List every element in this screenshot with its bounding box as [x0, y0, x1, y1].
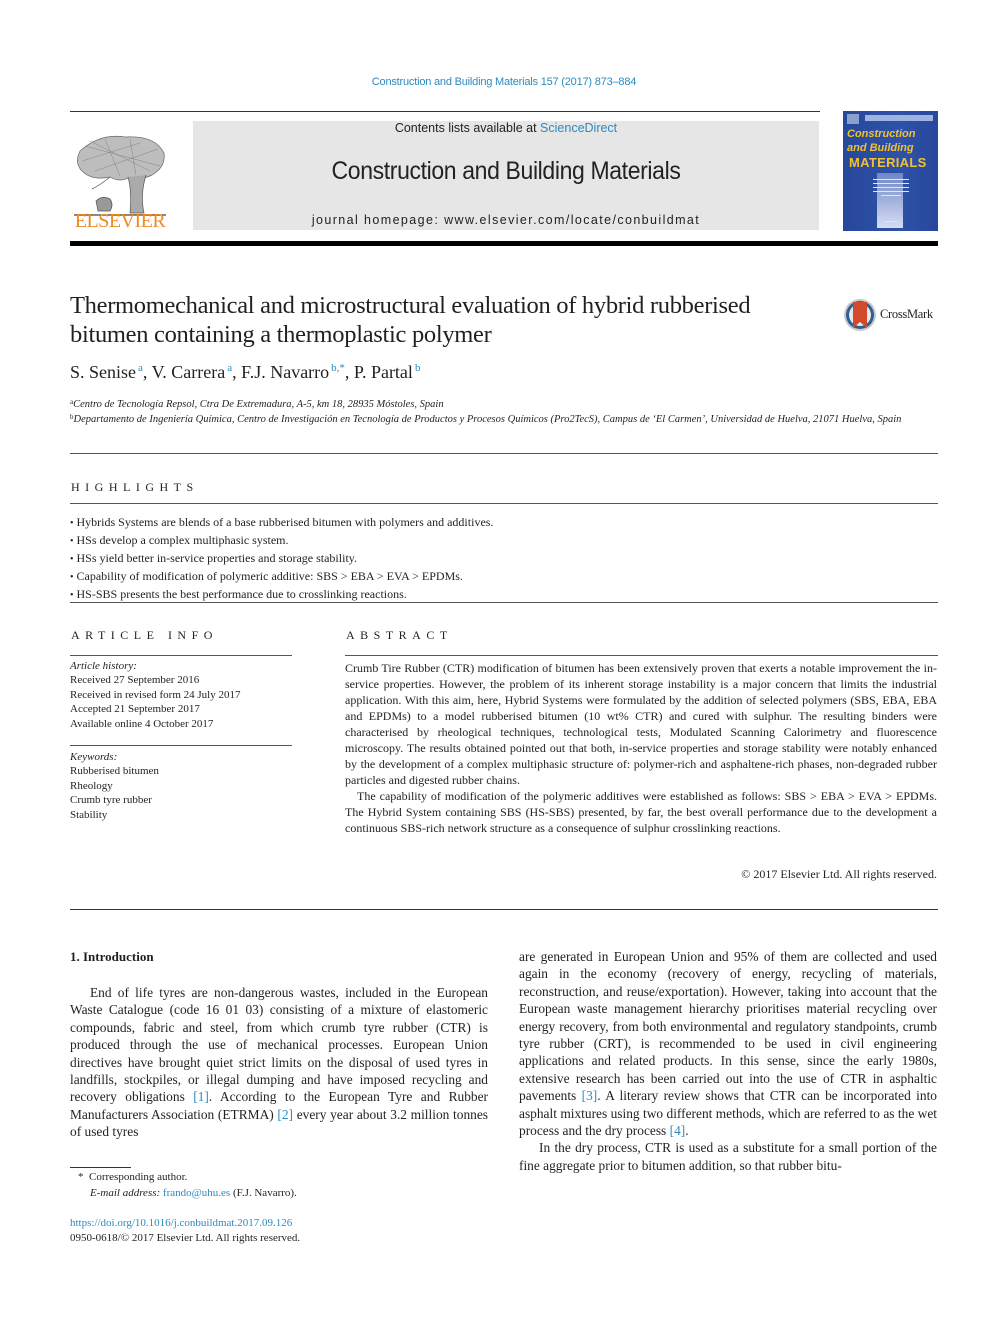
cover-subtitle-line	[873, 179, 909, 180]
journal-masthead: Contents lists available at ScienceDirec…	[193, 121, 819, 230]
highlights-list: Hybrids Systems are blends of a base rub…	[70, 514, 494, 604]
keyword: Crumb tyre rubber	[70, 794, 152, 807]
doi-block: https://doi.org/10.1016/j.conbuildmat.20…	[70, 1216, 300, 1246]
header-thick-rule	[70, 241, 938, 246]
cover-title: Construction and Building	[847, 127, 937, 155]
affiliation-text: Departamento de Ingeniería Química, Cent…	[73, 414, 902, 425]
history-revised: Received in revised form 24 July 2017	[70, 688, 241, 701]
cover-top-bar	[865, 115, 933, 121]
cover-stripe	[877, 173, 903, 228]
cover-subtitle-line	[873, 183, 909, 184]
cover-title-line3: MATERIALS	[849, 155, 927, 170]
intro-paragraph: End of life tyres are non-dangerous wast…	[70, 984, 488, 1141]
keyword: Rubberised bitumen	[70, 765, 159, 778]
cover-subtitle-line	[873, 187, 909, 188]
abstract-paragraph: Crumb Tire Rubber (CTR) modification of …	[345, 661, 937, 787]
cover-elsevier-emblem-icon	[847, 114, 859, 124]
section-rule	[70, 453, 938, 454]
history-received: Received 27 September 2016	[70, 674, 200, 687]
footnote-marker: *	[78, 1171, 84, 1183]
article-history-label: Article history:	[70, 660, 137, 672]
keyword: Stability	[70, 808, 108, 821]
author-affiliation-link[interactable]: b	[415, 362, 421, 374]
cover-publisher-line	[884, 221, 898, 222]
reference-link[interactable]: [1]	[193, 1089, 209, 1104]
author-list: S. Senise a, V. Carrera a, F.J. Navarro b,*…	[70, 362, 421, 382]
contents-line: Contents lists available at ScienceDirec…	[193, 121, 819, 135]
doi-link[interactable]: https://doi.org/10.1016/j.conbuildmat.20…	[70, 1216, 300, 1231]
author-name[interactable]: S. Senise	[70, 362, 136, 382]
reference-link[interactable]: [4]	[670, 1123, 686, 1138]
contents-prefix: Contents lists available at	[394, 121, 541, 135]
abstract-bottom-rule	[70, 909, 938, 910]
corresponding-author-label: Corresponding author.	[89, 1171, 188, 1183]
text-run: End of life tyres are non-dangerous wast…	[70, 985, 488, 1105]
abstract-copyright: © 2017 Elsevier Ltd. All rights reserved…	[741, 867, 937, 881]
cover-subtitle-line	[881, 195, 901, 196]
cover-title-line2: and Building	[847, 142, 914, 154]
author-name[interactable]: V. Carrera	[152, 362, 226, 382]
article-title: Thermomechanical and microstructural eva…	[70, 292, 751, 348]
intro-paragraph: In the dry process, CTR is used as a sub…	[519, 1140, 937, 1173]
elsevier-wordmark[interactable]: ELSEVIER	[70, 210, 170, 233]
article-history: Article history: Received 27 September 2…	[70, 659, 292, 731]
author-affiliation-link[interactable]: a	[227, 362, 232, 374]
author-name[interactable]: P. Partal	[354, 362, 413, 382]
highlight-item: Hybrids Systems are blends of a base rub…	[70, 514, 494, 532]
intro-paragraph-continued: are generated in European Union and 95% …	[519, 948, 937, 1139]
reference-link[interactable]: [3]	[582, 1088, 598, 1103]
header-top-rule	[70, 111, 820, 112]
affiliation-text: Centro de Tecnología Repsol, Ctra De Ext…	[73, 399, 444, 410]
author-affiliation-link[interactable]: b,*	[331, 362, 345, 374]
body-column-left: End of life tyres are non-dangerous wast…	[70, 984, 488, 1141]
journal-homepage-line: journal homepage: www.elsevier.com/locat…	[193, 213, 819, 227]
crossmark-label: CrossMark	[880, 307, 933, 321]
text-run: .	[685, 1123, 689, 1139]
corresponding-author-note: * Corresponding author.	[78, 1170, 297, 1186]
history-accepted: Accepted 21 September 2017	[70, 703, 200, 716]
cover-title-line1: Construction	[847, 128, 916, 140]
affiliation-b: bDepartamento de Ingeniería Química, Cen…	[70, 410, 930, 427]
keyword: Rheology	[70, 779, 113, 792]
sciencedirect-link[interactable]: ScienceDirect	[540, 121, 617, 135]
article-info-rule	[70, 655, 292, 656]
abstract-heading: ABSTRACT	[346, 628, 453, 642]
crossmark-icon	[844, 299, 876, 331]
crossmark-button[interactable]: CrossMark	[843, 298, 943, 334]
author-name[interactable]: F.J. Navarro	[241, 362, 329, 382]
highlights-heading: HIGHLIGHTS	[71, 480, 199, 494]
author-affiliation-link[interactable]: a	[138, 362, 143, 374]
email-label: E-mail address:	[90, 1186, 163, 1199]
cover-subtitle-line	[873, 191, 909, 192]
footnote-rule	[70, 1167, 131, 1168]
highlight-item: HSs develop a complex multiphasic system…	[70, 532, 493, 550]
highlights-rule	[70, 503, 938, 504]
keywords-label: Keywords:	[70, 751, 118, 763]
highlight-item: Capability of modification of polymeric …	[70, 568, 493, 586]
article-info-heading: ARTICLE INFO	[71, 628, 218, 642]
email-line: E-mail address: frando@uhu.es (F.J. Nava…	[78, 1186, 297, 1202]
abstract-paragraph: The capability of modification of the po…	[345, 789, 937, 835]
history-online: Available online 4 October 2017	[70, 717, 214, 730]
issn-copyright: 0950-0618/© 2017 Elsevier Ltd. All right…	[70, 1232, 301, 1244]
highlight-item: HSs yield better in-service properties a…	[70, 550, 493, 568]
abstract-rule	[345, 655, 938, 656]
journal-title: Construction and Building Materials	[331, 157, 681, 185]
keywords-rule	[70, 745, 292, 746]
section-heading-introduction: 1. Introduction	[70, 949, 154, 964]
reference-link[interactable]: [2]	[277, 1107, 293, 1122]
journal-cover-image[interactable]: Construction and Building MATERIALS	[843, 111, 938, 231]
highlights-bottom-rule	[70, 602, 938, 603]
homepage-url-link[interactable]: www.elsevier.com/locate/conbuildmat	[444, 213, 700, 227]
homepage-label: journal homepage:	[311, 213, 445, 227]
text-run: are generated in European Union and 95% …	[519, 949, 937, 1104]
keywords-block: Keywords: Rubberised bitumen Rheology Cr…	[70, 750, 292, 822]
footnote: * Corresponding author. E-mail address: …	[78, 1170, 297, 1201]
journal-reference-link[interactable]: Construction and Building Materials 157 …	[0, 76, 992, 88]
abstract-body: Crumb Tire Rubber (CTR) modification of …	[345, 660, 937, 836]
email-link[interactable]: frando@uhu.es	[163, 1187, 230, 1199]
email-owner: (F.J. Navarro).	[230, 1186, 297, 1199]
body-column-right: are generated in European Union and 95% …	[519, 948, 937, 1174]
